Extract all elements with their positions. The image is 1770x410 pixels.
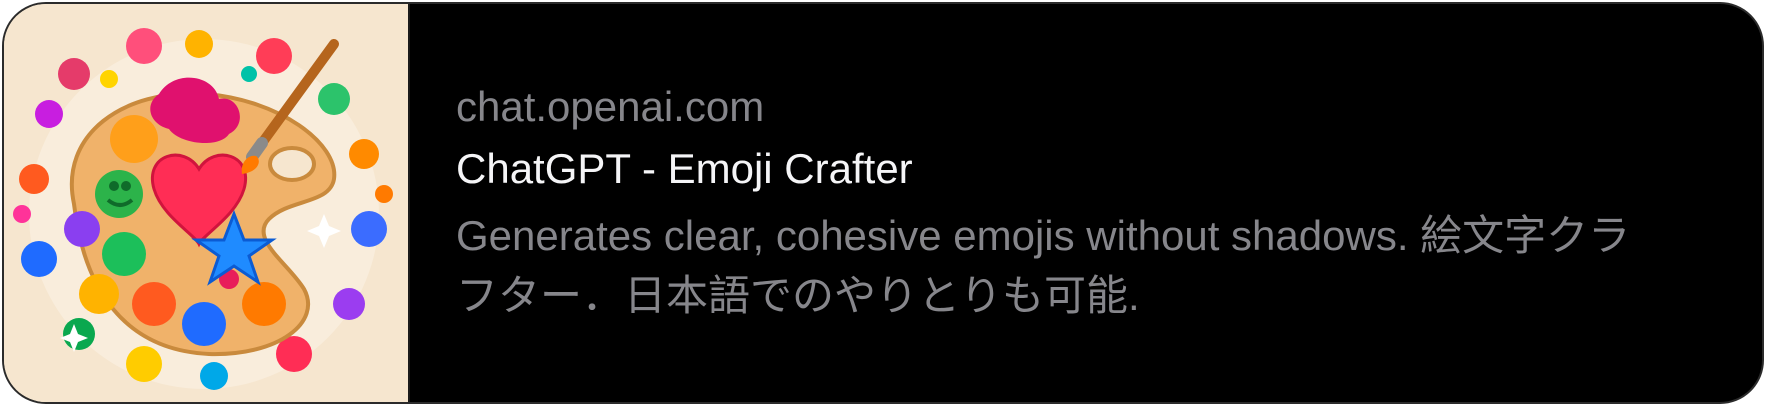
link-title: ChatGPT - Emoji Crafter xyxy=(456,145,913,192)
link-domain: chat.openai.com xyxy=(456,83,765,130)
paint-palette-emoji-icon xyxy=(4,4,408,402)
link-preview-thumbnail xyxy=(4,4,410,402)
link-description: Generates clear, cohesive emojis without… xyxy=(456,212,1631,319)
link-preview-card[interactable]: chat.openai.com ChatGPT - Emoji Crafter … xyxy=(2,2,1764,404)
link-preview-text: chat.openai.com ChatGPT - Emoji Crafter … xyxy=(410,4,1762,402)
